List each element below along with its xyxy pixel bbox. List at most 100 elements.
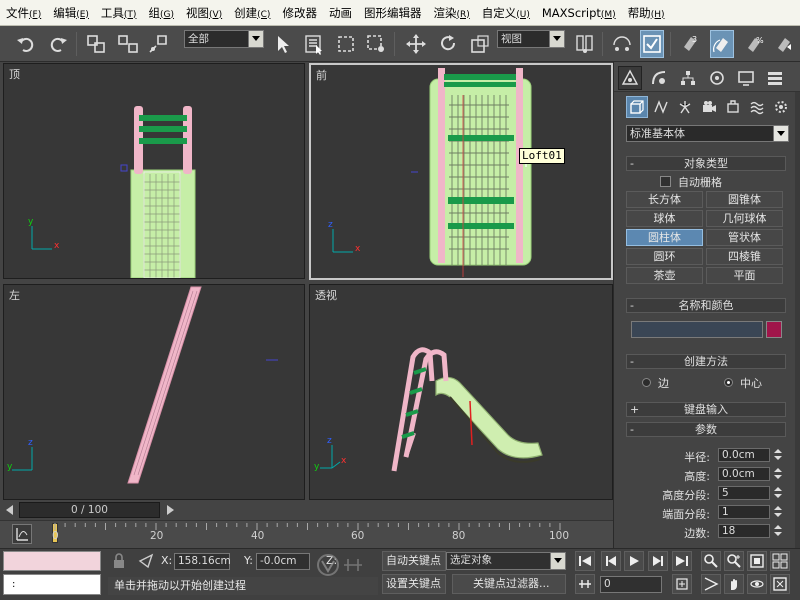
torus-button[interactable]: 圆环 (626, 248, 703, 265)
reference-coordinate-dropdown[interactable]: 视图 (497, 30, 565, 48)
box-button[interactable]: 长方体 (626, 191, 703, 208)
auto-key-label[interactable]: 自动关键点 (382, 551, 446, 571)
cameras-icon[interactable] (698, 96, 720, 118)
utilities-tab-icon[interactable] (763, 66, 787, 90)
modify-tab-icon[interactable] (647, 66, 671, 90)
snap-toggle-icon[interactable] (610, 30, 634, 58)
time-slider-thumb[interactable]: 0 / 100 (19, 502, 160, 518)
height-segments-spinner[interactable]: 5 (718, 486, 770, 500)
command-panel-scrollbar[interactable] (795, 92, 800, 548)
goto-start-icon[interactable] (575, 551, 595, 571)
tube-button[interactable]: 管状体 (706, 229, 783, 246)
pyramid-button[interactable]: 四棱锥 (706, 248, 783, 265)
maximize-viewport-icon[interactable] (770, 574, 790, 594)
hierarchy-tab-icon[interactable] (676, 66, 700, 90)
lights-icon[interactable] (674, 96, 696, 118)
shapes-icon[interactable] (650, 96, 672, 118)
lock-selection-icon[interactable] (112, 553, 126, 569)
orbit-icon[interactable] (747, 574, 767, 594)
creation-edge-radio[interactable] (642, 378, 651, 387)
play-icon[interactable] (624, 551, 644, 571)
angle-snap-icon[interactable] (710, 30, 734, 58)
menu-maxscript[interactable]: MAXScript(M) (536, 6, 622, 20)
menu-create[interactable]: 创建(C) (228, 5, 276, 21)
selection-filter-dropdown[interactable]: 全部 (184, 30, 264, 48)
autogrid-checkbox[interactable] (660, 176, 671, 187)
geometry-icon[interactable] (626, 96, 648, 118)
radius-spinner[interactable]: 0.0cm (718, 448, 770, 462)
viewport-left[interactable]: 左 z y (3, 284, 305, 500)
menu-customize[interactable]: 自定义(U) (476, 5, 536, 21)
select-object-icon[interactable] (270, 30, 294, 58)
key-filters-button[interactable]: 关键点过滤器... (452, 574, 566, 594)
rectangular-selection-icon[interactable] (334, 30, 358, 58)
bind-space-warp-icon[interactable] (146, 30, 170, 58)
menu-edit[interactable]: 编辑(E) (47, 5, 95, 21)
helpers-icon[interactable] (722, 96, 744, 118)
keyboard-entry-rollout-header[interactable]: + 键盘输入 (626, 402, 786, 417)
object-name-field[interactable] (631, 321, 763, 338)
spinner-snap-icon[interactable] (772, 30, 796, 58)
window-crossing-icon[interactable] (364, 30, 388, 58)
selection-count-field[interactable]: : (3, 574, 101, 595)
object-color-swatch[interactable] (766, 321, 782, 338)
move-icon[interactable] (404, 30, 428, 58)
systems-icon[interactable] (770, 96, 792, 118)
menu-animation[interactable]: 动画 (323, 5, 358, 21)
magnet-icon[interactable]: 3 (678, 30, 702, 58)
current-frame-field[interactable]: 0 (600, 576, 662, 593)
viewport-perspective[interactable]: 透视 z y x (309, 284, 613, 500)
field-of-view-icon[interactable] (701, 574, 721, 594)
absolute-mode-icon[interactable] (138, 553, 154, 569)
sides-spinner[interactable]: 18 (718, 524, 770, 538)
teapot-button[interactable]: 茶壶 (626, 267, 703, 284)
prev-frame-icon[interactable] (3, 503, 17, 517)
cap-segments-spinner-arrows[interactable] (774, 505, 782, 519)
name-color-rollout-header[interactable]: - 名称和颜色 (626, 298, 786, 313)
geometry-category-dropdown[interactable]: 标准基本体 (626, 125, 789, 142)
menu-file[interactable]: 文件(F) (0, 5, 47, 21)
unlink-selection-icon[interactable] (116, 30, 140, 58)
next-key-icon[interactable] (648, 551, 668, 571)
select-and-link-icon[interactable] (84, 30, 108, 58)
menu-group[interactable]: 组(G) (142, 5, 180, 21)
menu-modifiers[interactable]: 修改器 (276, 5, 323, 21)
create-tab-icon[interactable] (618, 66, 642, 90)
height-spinner-arrows[interactable] (774, 467, 782, 481)
motion-tab-icon[interactable] (705, 66, 729, 90)
maxscript-listener-mini[interactable] (3, 551, 101, 571)
viewport-top[interactable]: 顶 y x (3, 63, 305, 279)
x-coord-field[interactable]: 158.16cm (174, 553, 231, 570)
rotate-icon[interactable] (436, 30, 460, 58)
next-frame-icon[interactable] (163, 503, 177, 517)
cylinder-button[interactable]: 圆柱体 (626, 229, 703, 246)
undo-icon[interactable] (14, 30, 38, 58)
menu-graph-editors[interactable]: 图形编辑器 (358, 5, 428, 21)
creation-center-radio[interactable] (724, 378, 733, 387)
prev-key-icon[interactable] (601, 551, 621, 571)
object-type-rollout-header[interactable]: - 对象类型 (626, 156, 786, 171)
zoom-all-icon[interactable] (724, 551, 744, 571)
mirror-active-icon[interactable] (640, 30, 664, 58)
zoom-extents-all-icon[interactable] (770, 551, 790, 571)
pivot-center-icon[interactable] (573, 30, 597, 58)
key-mode-toggle-icon[interactable] (575, 574, 595, 594)
redo-icon[interactable] (46, 30, 70, 58)
pan-icon[interactable] (724, 574, 744, 594)
creation-method-rollout-header[interactable]: - 创建方法 (626, 354, 786, 369)
geosphere-button[interactable]: 几何球体 (706, 210, 783, 227)
track-bar[interactable]: 0 20 40 60 80 100 (0, 520, 613, 548)
height-segments-spinner-arrows[interactable] (774, 486, 782, 500)
select-by-name-icon[interactable] (302, 30, 326, 58)
menu-rendering[interactable]: 渲染(R) (427, 5, 475, 21)
menu-views[interactable]: 视图(V) (180, 5, 228, 21)
parameters-rollout-header[interactable]: - 参数 (626, 422, 786, 437)
radius-spinner-arrows[interactable] (774, 448, 782, 462)
y-coord-field[interactable]: -0.0cm (256, 553, 310, 570)
zoom-icon[interactable] (701, 551, 721, 571)
plane-button[interactable]: 平面 (706, 267, 783, 284)
cap-segments-spinner[interactable]: 1 (718, 505, 770, 519)
sphere-button[interactable]: 球体 (626, 210, 703, 227)
goto-end-icon[interactable] (672, 551, 692, 571)
cone-button[interactable]: 圆锥体 (706, 191, 783, 208)
